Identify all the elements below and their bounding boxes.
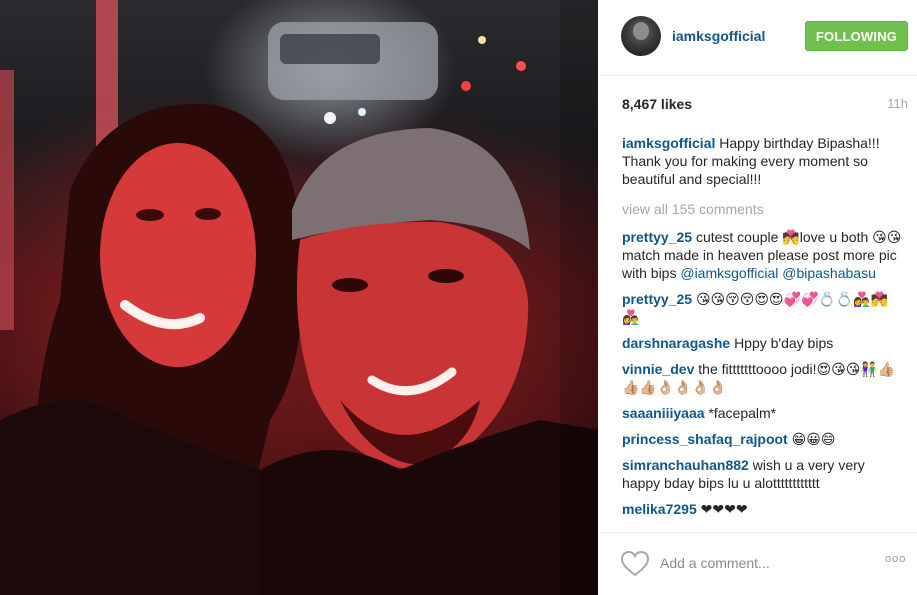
add-comment-input[interactable] <box>660 553 870 573</box>
post-photo[interactable] <box>0 0 598 595</box>
view-all-comments-link[interactable]: view all 155 comments <box>622 200 904 218</box>
comment-username[interactable]: saaaniiiyaaa <box>622 405 705 421</box>
comment-item: darshnaragashe Hppy b'day bips <box>622 334 904 352</box>
comment-username[interactable]: vinnie_dev <box>622 361 694 377</box>
comment-mention[interactable]: @bipashabasu <box>782 265 876 281</box>
comment-item: melika7295 ❤❤❤❤ <box>622 500 904 518</box>
caption-username[interactable]: iamksgofficial <box>622 135 715 151</box>
comment-text: Hppy b'day bips <box>734 335 834 351</box>
heart-outline-icon[interactable] <box>620 550 650 578</box>
comment-item: prettyy_25 😘😘😚😚😍😍💞💞💍💍👩‍❤️‍👨💏👩‍❤️‍👨 <box>622 290 904 326</box>
post-timestamp[interactable]: 11h <box>887 96 908 111</box>
post-header: iamksgofficial FOLLOWING <box>598 0 917 76</box>
header-username[interactable]: iamksgofficial <box>672 28 765 44</box>
comment-username[interactable]: melika7295 <box>622 501 697 517</box>
following-button[interactable]: FOLLOWING <box>805 21 908 51</box>
comment-item: prettyy_25 cutest couple 💏love u both 😘😘… <box>622 228 904 282</box>
comment-text: 😁😀😄 <box>791 431 836 447</box>
comment-item: vinnie_dev the fitttttttoooo jodi!😍😘😘👫👍🏼… <box>622 360 904 396</box>
comment-text: ❤❤❤❤ <box>700 501 748 517</box>
comment-username[interactable]: prettyy_25 <box>622 291 692 307</box>
post-side-panel: iamksgofficial FOLLOWING 8,467 likes 11h… <box>598 0 917 595</box>
comment-username[interactable]: prettyy_25 <box>622 229 692 245</box>
comments-list: iamksgofficial Happy birthday Bipasha!!!… <box>622 134 904 526</box>
comment-text: *facepalm* <box>708 405 777 421</box>
comment-mention[interactable]: @iamksgofficial <box>680 265 778 281</box>
comment-footer: ooo <box>598 532 917 595</box>
avatar[interactable] <box>621 16 661 56</box>
caption: iamksgofficial Happy birthday Bipasha!!!… <box>622 134 904 188</box>
photo-illustration <box>0 0 598 595</box>
comment-username[interactable]: darshnaragashe <box>622 335 730 351</box>
post-meta: 8,467 likes 11h <box>622 96 908 114</box>
comment-username[interactable]: simranchauhan882 <box>622 457 749 473</box>
comment-item: princess_shafaq_rajpoot 😁😀😄 <box>622 430 904 448</box>
more-options-icon[interactable]: ooo <box>885 553 906 565</box>
comment-username[interactable]: princess_shafaq_rajpoot <box>622 431 788 447</box>
like-count[interactable]: 8,467 likes <box>622 96 692 112</box>
comment-item: simranchauhan882 wish u a very very happ… <box>622 456 904 492</box>
comment-item: saaaniiiyaaa *facepalm* <box>622 404 904 422</box>
